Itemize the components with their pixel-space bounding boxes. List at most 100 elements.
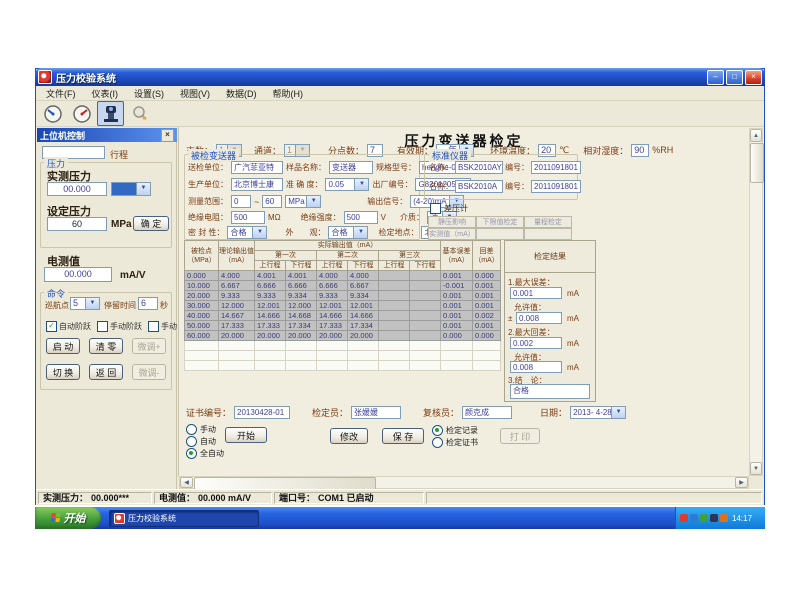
measured-pressure-field[interactable]: 00.000 (47, 182, 107, 196)
cruise-point-combobox[interactable]: 5 ▼ (70, 297, 100, 310)
table-row[interactable]: 30.00012.00012.00112.00012.00112.0010.00… (185, 301, 501, 311)
dwell-time-field[interactable]: 6 (138, 297, 158, 310)
date-combobox[interactable]: 2013- 4-28▼ (570, 406, 626, 419)
allowed-hysteresis-field[interactable]: 0.008 (510, 361, 562, 373)
command-button[interactable]: 返 回 (89, 364, 123, 380)
chevron-down-icon[interactable]: ▼ (353, 226, 368, 239)
pressure-gauge-blue-icon (43, 104, 63, 124)
gauge-blue-toolbutton[interactable] (39, 101, 66, 126)
scrollbar-thumb[interactable] (750, 143, 764, 183)
pressure-unit-combobox[interactable]: ▼ (111, 182, 151, 196)
certificate-no-field[interactable]: 20130428-01 (234, 406, 290, 419)
chevron-down-icon[interactable]: ▼ (85, 297, 100, 310)
radio-item[interactable]: 全自动 (186, 447, 232, 459)
left-panel-close-icon[interactable]: × (161, 129, 174, 142)
scroll-left-icon[interactable]: ◀ (180, 477, 193, 488)
title-bar[interactable]: 压力校验系统 – □ × (35, 68, 765, 86)
allowed-error-field[interactable]: 0.008 (516, 312, 562, 324)
chevron-down-icon[interactable]: ▼ (136, 182, 151, 196)
radio-circle[interactable] (186, 448, 197, 459)
resistance-field[interactable]: 500 (231, 211, 265, 224)
chevron-down-icon[interactable]: ▼ (306, 195, 321, 208)
command-button[interactable]: 启 动 (46, 338, 80, 354)
standard-name-field[interactable]: BSK2010A (455, 180, 503, 193)
humidity-field[interactable]: 90 (631, 144, 649, 157)
menu-item[interactable]: 数据(D) (218, 86, 265, 101)
table-row[interactable]: 60.00020.00020.00020.00020.00020.0000.00… (185, 331, 501, 341)
gauge-red-toolbutton[interactable] (68, 101, 95, 126)
left-panel-header[interactable]: 上位机控制 × (37, 128, 177, 142)
checkbox-item[interactable]: ✓自动阶跃 (46, 320, 91, 332)
checkbox-item[interactable]: 手动阶跃 (97, 320, 142, 332)
appearance-combobox[interactable]: 合格▼ (328, 226, 368, 239)
menu-item[interactable]: 设置(S) (126, 86, 172, 101)
magnifier-toolbutton[interactable] (126, 101, 153, 126)
tray-icon[interactable] (710, 514, 718, 522)
checkbox-item[interactable]: 手动 (148, 320, 177, 332)
checkbox-box[interactable] (97, 321, 108, 332)
radio-item[interactable]: 检定记录 (432, 424, 492, 436)
table-row[interactable]: 50.00017.33317.33317.33417.33317.3340.00… (185, 321, 501, 331)
set-pressure-field[interactable]: 60 (47, 217, 107, 231)
manufacturer-field[interactable]: 北京博士康 (231, 178, 283, 191)
standard-name-field[interactable]: BSK2010AY (455, 161, 503, 174)
close-button[interactable]: × (745, 70, 762, 85)
checkbox-box[interactable] (430, 203, 441, 214)
tray-icon[interactable] (720, 514, 728, 522)
seal-combobox[interactable]: 合格▼ (227, 226, 267, 239)
range-unit-combobox[interactable]: MPa▼ (285, 195, 321, 208)
reviewer-field[interactable]: 颜克成 (462, 406, 512, 419)
start-button[interactable]: 开始 (225, 427, 267, 443)
menu-item[interactable]: 文件(F) (38, 86, 84, 101)
taskbar-task-item[interactable]: 压力校验系统 (109, 510, 259, 527)
scroll-right-icon[interactable]: ▶ (735, 477, 748, 488)
restore-button[interactable]: □ (726, 70, 743, 85)
confirm-button[interactable]: 确 定 (133, 216, 169, 231)
electric-value-field[interactable]: 00.000 (44, 267, 112, 282)
diff-gauge-checkbox-row[interactable]: 差压计 (430, 203, 468, 214)
save-button[interactable]: 保 存 (382, 428, 424, 444)
menu-item[interactable]: 视图(V) (172, 86, 218, 101)
checkbox-box[interactable] (148, 321, 159, 332)
radio-circle[interactable] (432, 437, 443, 448)
minimize-button[interactable]: – (707, 70, 724, 85)
command-button[interactable]: 切 换 (46, 364, 80, 380)
menu-item[interactable]: 仪表(I) (84, 86, 127, 101)
table-row[interactable]: 20.0009.3339.3339.3349.3339.3340.0010.00… (185, 291, 501, 301)
range-from-field[interactable]: 0 (231, 195, 251, 208)
menu-item[interactable]: 帮助(H) (265, 86, 312, 101)
vertical-scrollbar[interactable]: ▲ ▼ (749, 128, 763, 476)
horizontal-scrollbar[interactable]: ◀ ▶ (179, 476, 749, 489)
sample-field[interactable]: 变送器 (329, 161, 373, 174)
command-button[interactable]: 清 零 (89, 338, 123, 354)
tray-icon[interactable] (690, 514, 698, 522)
radio-item[interactable]: 检定证书 (432, 436, 492, 448)
max-hysteresis-field[interactable]: 0.002 (510, 337, 562, 349)
start-button-taskbar[interactable]: 开始 (35, 507, 101, 529)
conclusion-field[interactable]: 合格 (510, 384, 590, 399)
tray-icon[interactable] (680, 514, 688, 522)
scroll-down-icon[interactable]: ▼ (750, 462, 762, 475)
chevron-down-icon[interactable]: ▼ (354, 178, 369, 191)
tray-icon[interactable] (700, 514, 708, 522)
max-error-field[interactable]: 0.001 (510, 287, 562, 299)
checkbox-box[interactable]: ✓ (46, 321, 57, 332)
strength-field[interactable]: 500 (344, 211, 378, 224)
table-row[interactable]: 40.00014.66714.66614.66814.66614.6660.00… (185, 311, 501, 321)
radio-circle[interactable] (186, 424, 197, 435)
standard-no-field[interactable]: 2011091801 (531, 180, 581, 193)
accuracy-combobox[interactable]: 0.05▼ (325, 178, 369, 191)
chevron-down-icon[interactable]: ▼ (611, 406, 626, 419)
scroll-up-icon[interactable]: ▲ (750, 129, 762, 142)
range-to-field[interactable]: 60 (262, 195, 282, 208)
standard-no-field[interactable]: 2011091801 (531, 161, 581, 174)
modify-button[interactable]: 修改 (330, 428, 368, 444)
chevron-down-icon[interactable]: ▼ (252, 226, 267, 239)
sender-field[interactable]: 广汽菲亚特 (231, 161, 283, 174)
radio-circle[interactable] (432, 425, 443, 436)
verifier-field[interactable]: 张媛媛 (351, 406, 401, 419)
transmitter-toolbutton[interactable] (97, 101, 124, 126)
table-row[interactable]: 10.0006.6676.6666.6666.6666.667-0.0010.0… (185, 281, 501, 291)
radio-circle[interactable] (186, 436, 197, 447)
table-row[interactable]: 0.0004.0004.0014.0014.0004.0000.0010.000 (185, 271, 501, 281)
